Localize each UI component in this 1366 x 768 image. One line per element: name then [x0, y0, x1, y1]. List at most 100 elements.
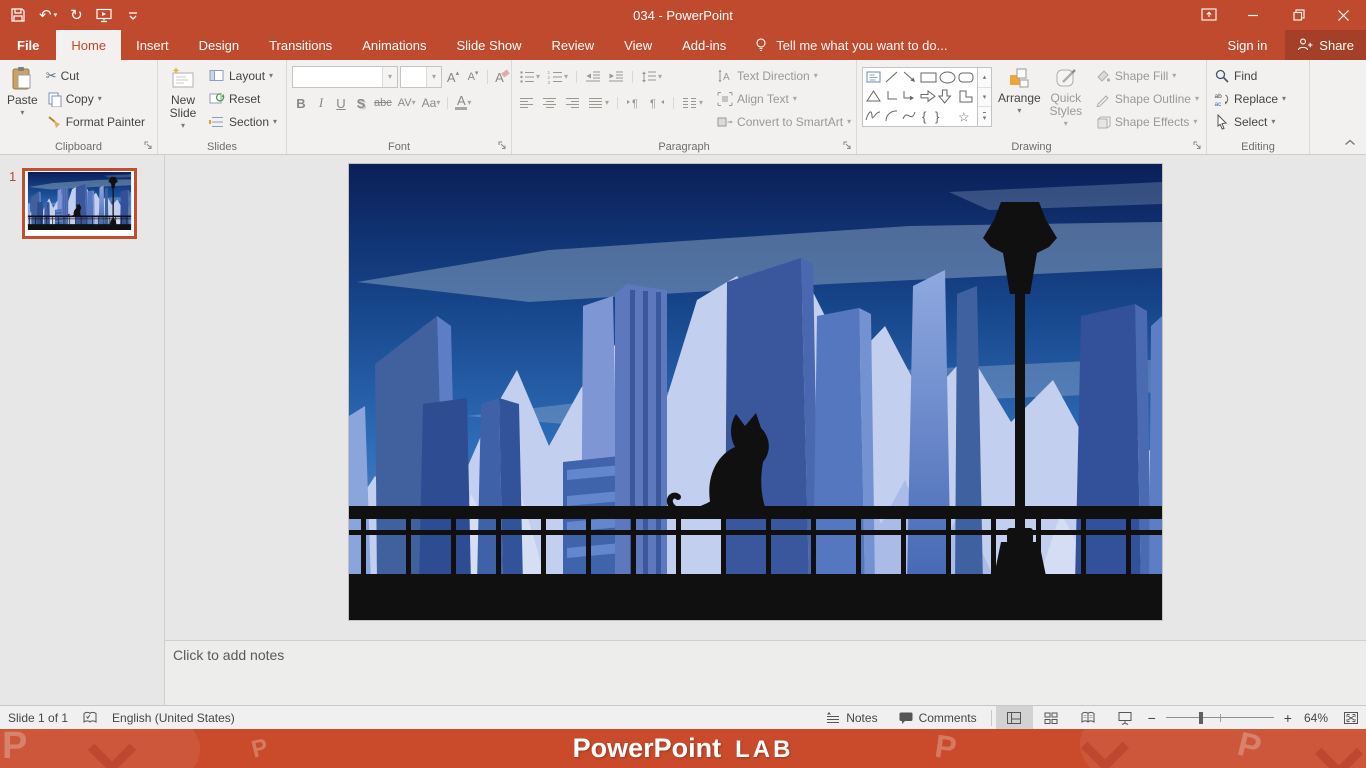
- clipboard-dialog-launcher-icon[interactable]: [143, 140, 155, 152]
- align-right-button[interactable]: [563, 93, 583, 113]
- language-status[interactable]: English (United States): [112, 711, 235, 725]
- bold-button[interactable]: B: [292, 93, 310, 113]
- tab-insert[interactable]: Insert: [121, 30, 184, 60]
- shape-fill-button[interactable]: Shape Fill ▾: [1091, 65, 1203, 87]
- text-direction-button[interactable]: A Text Direction ▾: [713, 65, 855, 87]
- group-label-clipboard: Clipboard: [54, 141, 103, 153]
- arrange-button[interactable]: Arrange ▾: [994, 63, 1045, 118]
- fit-slide-to-window-button[interactable]: [1336, 706, 1366, 729]
- section-button[interactable]: Section ▾: [205, 111, 281, 133]
- align-left-button[interactable]: [517, 93, 537, 113]
- tab-view[interactable]: View: [609, 30, 667, 60]
- font-dialog-launcher-icon[interactable]: [497, 140, 509, 152]
- shape-effects-button[interactable]: Shape Effects ▾: [1091, 111, 1203, 133]
- minimize-button[interactable]: [1231, 0, 1276, 30]
- collapse-ribbon-button[interactable]: [1344, 135, 1356, 149]
- shapes-gallery[interactable]: { } ☆ ▴ ▾ ▾: [862, 67, 992, 127]
- decrease-indent-button[interactable]: [583, 67, 603, 87]
- cut-icon: ✂: [45, 68, 57, 83]
- format-painter-button[interactable]: Format Painter: [42, 111, 149, 133]
- paste-button[interactable]: Paste ▾: [3, 63, 42, 120]
- select-button[interactable]: Select ▾: [1210, 111, 1290, 133]
- zoom-slider-thumb[interactable]: [1199, 712, 1204, 724]
- change-case-button[interactable]: Aa ▾: [420, 93, 443, 113]
- italic-button[interactable]: I: [312, 93, 330, 113]
- underline-button[interactable]: U: [332, 93, 350, 113]
- zoom-in-button[interactable]: +: [1280, 710, 1296, 726]
- clear-formatting-button[interactable]: A: [493, 67, 511, 87]
- character-spacing-button[interactable]: AV ▾: [396, 93, 418, 113]
- start-slideshow-icon[interactable]: [96, 7, 112, 23]
- slide-counter[interactable]: Slide 1 of 1: [8, 711, 68, 725]
- numbering-button[interactable]: 123 ▾: [545, 67, 570, 87]
- shape-outline-button[interactable]: Shape Outline ▾: [1091, 88, 1203, 110]
- paragraph-dialog-launcher-icon[interactable]: [842, 140, 854, 152]
- sign-in-link[interactable]: Sign in: [1210, 38, 1286, 53]
- left-to-right-button[interactable]: ¶: [624, 93, 644, 113]
- cut-button[interactable]: ✂ Cut: [42, 65, 149, 87]
- find-button[interactable]: Find: [1210, 65, 1290, 87]
- shapes-scroll-up-icon[interactable]: ▴: [978, 68, 991, 88]
- tab-design[interactable]: Design: [184, 30, 254, 60]
- shrink-font-button[interactable]: A ▾: [464, 67, 482, 87]
- zoom-level[interactable]: 64%: [1296, 711, 1336, 725]
- reset-button[interactable]: Reset: [205, 88, 281, 110]
- increase-indent-button[interactable]: [606, 67, 626, 87]
- tell-me-box[interactable]: Tell me what you want to do...: [741, 30, 959, 60]
- tab-animations[interactable]: Animations: [347, 30, 441, 60]
- notes-toggle-button[interactable]: Notes: [815, 706, 887, 729]
- cityscape-cat-illustration: [349, 164, 1162, 620]
- reading-view-button[interactable]: [1070, 706, 1107, 729]
- align-text-button[interactable]: Align Text ▾: [713, 88, 855, 110]
- customize-qat-icon[interactable]: [125, 7, 141, 23]
- bullets-button[interactable]: ▾: [517, 67, 542, 87]
- notes-pane[interactable]: Click to add notes: [165, 641, 1366, 705]
- copy-button[interactable]: Copy ▾: [42, 88, 149, 110]
- columns-button[interactable]: ▾: [680, 93, 705, 113]
- tab-home[interactable]: Home: [56, 30, 122, 60]
- tab-review[interactable]: Review: [537, 30, 610, 60]
- grow-font-button[interactable]: A ▴: [444, 67, 462, 87]
- slide-sorter-view-button[interactable]: [1033, 706, 1070, 729]
- font-color-button[interactable]: A ▾: [453, 93, 473, 113]
- shapes-gallery-scrollbar[interactable]: ▴ ▾ ▾: [978, 67, 992, 127]
- shapes-more-icon[interactable]: ▾: [978, 107, 991, 126]
- zoom-slider[interactable]: [1165, 706, 1274, 729]
- strikethrough-button[interactable]: abc: [372, 93, 394, 113]
- zoom-out-button[interactable]: −: [1144, 710, 1160, 726]
- slideshow-view-button[interactable]: [1107, 706, 1144, 729]
- convert-to-smartart-button[interactable]: Convert to SmartArt ▾: [713, 111, 855, 133]
- align-center-button[interactable]: [540, 93, 560, 113]
- justify-button[interactable]: ▾: [586, 93, 611, 113]
- group-label-slides: Slides: [207, 141, 237, 153]
- tab-slide-show[interactable]: Slide Show: [442, 30, 537, 60]
- dropdown-caret-icon: ▾: [53, 12, 58, 19]
- restore-button[interactable]: [1276, 0, 1321, 30]
- normal-view-button[interactable]: [995, 706, 1033, 729]
- layout-button[interactable]: Layout ▾: [205, 65, 281, 87]
- decrease-indent-icon: [586, 71, 601, 82]
- spell-check-icon[interactable]: [82, 710, 98, 726]
- save-icon[interactable]: [10, 7, 26, 23]
- font-name-combobox[interactable]: ▾: [292, 66, 398, 88]
- new-slide-button[interactable]: New Slide ▾: [161, 63, 205, 133]
- slide-thumbnail[interactable]: [22, 168, 137, 239]
- tab-file[interactable]: File: [0, 30, 57, 60]
- shapes-scroll-down-icon[interactable]: ▾: [978, 88, 991, 108]
- repeat-button[interactable]: ↻: [70, 8, 83, 23]
- close-button[interactable]: [1321, 0, 1366, 30]
- text-shadow-button[interactable]: S: [352, 93, 370, 113]
- line-spacing-button[interactable]: ▾: [639, 67, 664, 87]
- comments-toggle-button[interactable]: Comments: [888, 706, 987, 729]
- slide-canvas[interactable]: [349, 164, 1162, 620]
- ribbon-display-options-icon[interactable]: [1186, 0, 1231, 30]
- tab-transitions[interactable]: Transitions: [254, 30, 347, 60]
- tab-add-ins[interactable]: Add-ins: [667, 30, 741, 60]
- undo-button[interactable]: ↶ ▾: [39, 8, 57, 23]
- share-button[interactable]: Share: [1285, 30, 1366, 60]
- quick-styles-button[interactable]: Quick Styles ▾: [1045, 63, 1087, 131]
- drawing-dialog-launcher-icon[interactable]: [1192, 140, 1204, 152]
- font-size-combobox[interactable]: ▾: [400, 66, 442, 88]
- right-to-left-button[interactable]: ¶: [647, 93, 667, 113]
- replace-button[interactable]: ab ac Replace ▾: [1210, 88, 1290, 110]
